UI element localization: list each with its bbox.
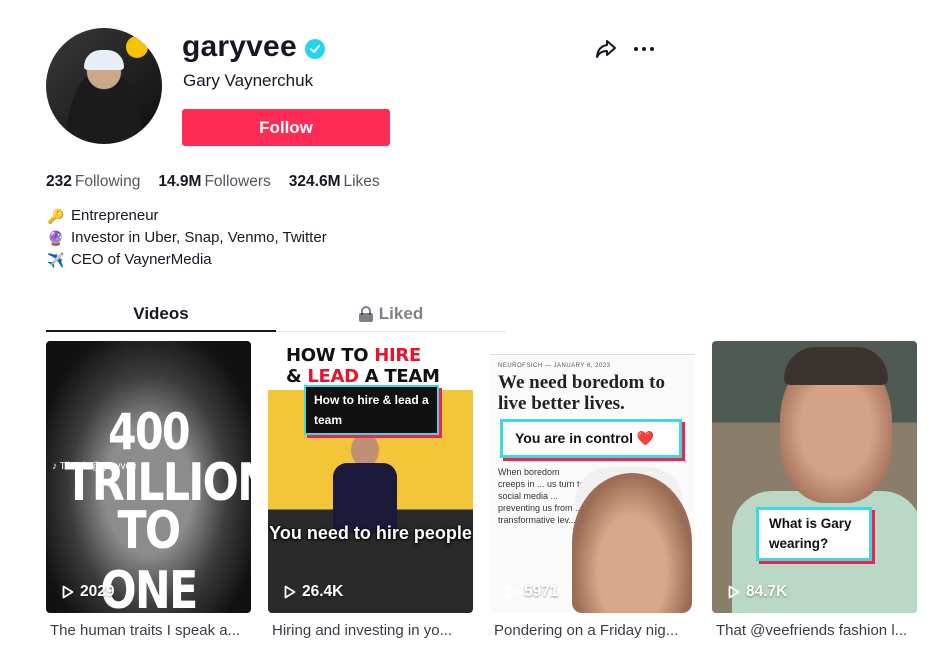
username-row: garyvee [182, 30, 325, 64]
article-topbar [490, 341, 695, 355]
video-thumbnail[interactable]: 400 TRILLION TO ONE ♪ TikTok @garyvee 20… [46, 341, 251, 613]
video-grid: 400 TRILLION TO ONE ♪ TikTok @garyvee 20… [46, 341, 917, 639]
bio-line: 🔑 Entrepreneur [47, 205, 327, 227]
following-label: Following [74, 173, 141, 190]
view-count-value: 5971 [524, 583, 559, 600]
followers-label: Followers [204, 173, 271, 190]
tab-liked-label: Liked [378, 304, 424, 323]
tab-videos[interactable]: Videos [46, 296, 276, 332]
view-count: 5971 [506, 583, 558, 601]
overlay-subtitle: You need to hire people [269, 523, 472, 543]
bio-line: 🔮 Investor in Uber, Snap, Venmo, Twitter [47, 227, 327, 249]
likes-count: 324.6M [288, 173, 341, 190]
followers-stat[interactable]: 14.9M Followers [158, 173, 270, 191]
likes-label: Likes [343, 173, 380, 190]
profile-avatar [46, 28, 162, 144]
video-thumbnail[interactable]: NEUROFSICH — JANUARY 6, 2023 We need bor… [490, 341, 695, 613]
profile-stats: 232 Following 14.9M Followers 324.6M Likes [46, 173, 380, 191]
video-caption[interactable]: Hiring and investing in yo... [268, 622, 473, 639]
view-count: 84.7K [728, 583, 787, 601]
headline-part: & [286, 366, 308, 387]
more-options-icon[interactable] [634, 40, 658, 58]
bio-text: Investor in Uber, Snap, Venmo, Twitter [71, 229, 327, 246]
bio-line: ✈️ CEO of VaynerMedia [47, 249, 327, 271]
play-icon [506, 585, 518, 599]
view-count: 2029 [62, 583, 114, 601]
overlay-headline: HOW TO HIRE & LEAD A TEAM [286, 345, 440, 387]
tab-liked[interactable]: Liked [276, 296, 506, 331]
bio-text: Entrepreneur [71, 207, 159, 224]
key-icon: 🔑 [47, 208, 65, 224]
lock-icon [358, 306, 373, 322]
overlay-badge: You are in control ❤️ [500, 419, 682, 458]
article-headline: We need boredom to live better lives. [498, 372, 665, 414]
video-item[interactable]: HOW TO HIRE & LEAD A TEAM How to hire & … [268, 341, 473, 639]
person-hair [784, 347, 888, 385]
following-count: 232 [46, 173, 72, 190]
video-item[interactable]: What is Gary wearing? 84.7K That @veefri… [712, 341, 917, 639]
video-caption[interactable]: The human traits I speak a... [46, 622, 251, 639]
followers-count: 14.9M [158, 173, 202, 190]
video-caption[interactable]: Pondering on a Friday nig... [490, 622, 695, 639]
play-icon [728, 585, 740, 599]
avatar-cap [84, 50, 124, 70]
follow-button[interactable]: Follow [182, 109, 390, 146]
headline-highlight: LEAD [307, 366, 359, 387]
headline-highlight: HIRE [374, 345, 421, 366]
video-thumbnail[interactable]: What is Gary wearing? 84.7K [712, 341, 917, 613]
view-count: 26.4K [284, 583, 343, 601]
share-icon[interactable] [594, 37, 618, 61]
play-icon [62, 585, 74, 599]
view-count-value: 2029 [80, 583, 115, 600]
view-count-value: 26.4K [302, 583, 344, 600]
username: garyvee [182, 30, 297, 63]
crystal-ball-icon: 🔮 [47, 230, 65, 246]
article-meta: NEUROFSICH — JANUARY 6, 2023 [498, 363, 611, 369]
headline-part: A TEAM [358, 366, 440, 387]
bio-text: CEO of VaynerMedia [71, 251, 212, 268]
video-item[interactable]: NEUROFSICH — JANUARY 6, 2023 We need bor… [490, 341, 695, 639]
headline-part: HOW TO [286, 345, 375, 366]
airplane-icon: ✈️ [47, 252, 65, 268]
following-stat[interactable]: 232 Following [46, 173, 140, 191]
tiktok-watermark: ♪ TikTok @garyvee [52, 461, 137, 472]
video-caption[interactable]: That @veefriends fashion l... [712, 622, 917, 639]
likes-stat: 324.6M Likes [289, 173, 380, 191]
play-icon [284, 585, 296, 599]
profile-tabs: Videos Liked [46, 296, 506, 332]
person-figure [333, 433, 397, 583]
overlay-badge: What is Gary wearing? [756, 507, 872, 561]
profile-bio: 🔑 Entrepreneur 🔮 Investor in Uber, Snap,… [47, 205, 327, 271]
avatar-emoji [126, 36, 148, 58]
verified-badge-icon [304, 39, 325, 59]
person-face [572, 473, 692, 613]
overlay-badge: How to hire & lead a team [304, 385, 439, 435]
video-thumbnail[interactable]: HOW TO HIRE & LEAD A TEAM How to hire & … [268, 341, 473, 613]
view-count-value: 84.7K [746, 583, 788, 600]
video-item[interactable]: 400 TRILLION TO ONE ♪ TikTok @garyvee 20… [46, 341, 251, 639]
nickname: Gary Vaynerchuk [183, 71, 314, 90]
